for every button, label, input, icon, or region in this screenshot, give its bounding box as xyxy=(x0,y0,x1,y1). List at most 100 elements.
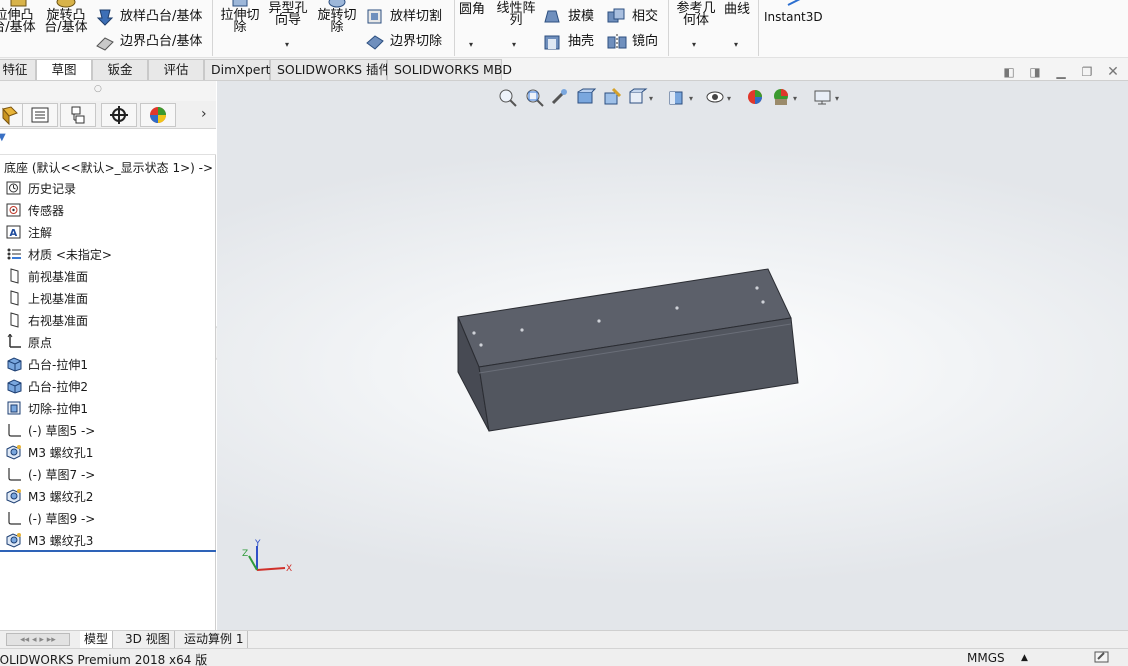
tree-item[interactable]: 材质 <未指定> xyxy=(0,243,214,265)
draft-button[interactable]: 拔模 xyxy=(568,10,594,23)
tree-item[interactable]: 传感器 xyxy=(0,199,214,221)
revolved-boss-button[interactable]: 旋转凸 台/基体 xyxy=(42,9,90,34)
triad-y-label: Y xyxy=(254,539,261,549)
triad-x-axis xyxy=(256,567,286,571)
tree-item[interactable]: 凸台-拉伸1 xyxy=(0,353,214,375)
tab-sheet-metal[interactable]: 钣金 xyxy=(92,59,148,80)
tree-item[interactable]: 切除-拉伸1 xyxy=(0,397,214,419)
revolved-cut-button[interactable]: 旋转切 除 xyxy=(314,9,360,34)
fillet-dropdown-icon[interactable]: ▾ xyxy=(469,40,473,49)
tree-item-label: 切除-拉伸1 xyxy=(28,402,88,416)
reference-geometry-dropdown-icon[interactable]: ▾ xyxy=(692,40,696,49)
hole-marker[interactable] xyxy=(755,286,759,290)
model-canvas[interactable] xyxy=(217,81,1128,630)
tab-solidworks-mbd[interactable]: SOLIDWORKS MBD xyxy=(387,59,512,80)
tree-item[interactable]: (-) 草图5 -> xyxy=(0,419,214,441)
tree-item[interactable]: (-) 草图9 -> xyxy=(0,507,214,529)
chevron-right-icon[interactable]: › xyxy=(201,106,207,122)
customize-status-icon[interactable] xyxy=(1094,650,1110,666)
ribbon-separator xyxy=(454,0,455,56)
graphics-area[interactable]: ▾ ▾ ▾ ▾ ▾ Y X Z xyxy=(217,81,1128,630)
tab-solidworks-addins[interactable]: SOLIDWORKS 插件 xyxy=(270,59,391,80)
tree-item-label: 材质 <未指定> xyxy=(28,248,112,262)
display-manager-tab-icon[interactable] xyxy=(140,103,176,127)
shell-icon[interactable] xyxy=(542,33,562,54)
part-root-label[interactable]: 底座 (默认<<默认>_显示状态 1>) -> xyxy=(4,159,213,176)
unit-system-selector[interactable]: MMGS xyxy=(967,651,1005,665)
boundary-cut-icon[interactable] xyxy=(365,33,385,54)
minimize-icon[interactable]: ▁ xyxy=(1054,65,1068,79)
tab-scroll-arrows-icon[interactable]: ◂◂ ◂ ▸ ▸▸ xyxy=(6,633,70,646)
tree-item[interactable]: M3 螺纹孔3 xyxy=(0,529,214,551)
boundary-boss-icon[interactable] xyxy=(95,34,115,55)
mirror-button[interactable]: 镜向 xyxy=(632,35,658,48)
rollback-bar[interactable] xyxy=(0,550,216,552)
tab-evaluate[interactable]: 评估 xyxy=(148,59,204,80)
tree-item[interactable]: 前视基准面 xyxy=(0,265,214,287)
curves-dropdown-icon[interactable]: ▾ xyxy=(734,40,738,49)
lofted-cut-icon[interactable] xyxy=(365,7,385,28)
tree-item[interactable]: M3 螺纹孔1 xyxy=(0,441,214,463)
hole-marker[interactable] xyxy=(761,300,765,304)
instant3d-button[interactable]: Instant3D xyxy=(764,11,823,24)
property-manager-tab-icon[interactable] xyxy=(22,103,58,127)
tile-left-icon[interactable]: ◧ xyxy=(1002,65,1016,79)
tree-item[interactable]: 右视基准面 xyxy=(0,309,214,331)
feature-manager-panel: ○ › ▼ 底座 (默认<<默认>_显示状态 1>) -> 历史记录传感器 A 注解… xyxy=(0,81,216,630)
tree-item[interactable]: 凸台-拉伸2 xyxy=(0,375,214,397)
unit-system-arrow-icon[interactable]: ▲ xyxy=(1021,653,1028,663)
tree-item-label: 凸台-拉伸1 xyxy=(28,358,88,372)
boundary-boss-button[interactable]: 边界凸台/基体 xyxy=(120,35,202,48)
tree-item[interactable]: M3 螺纹孔2 xyxy=(0,485,214,507)
lofted-boss-button[interactable]: 放样凸台/基体 xyxy=(120,10,202,23)
filter-icon[interactable]: ▼ xyxy=(0,132,6,143)
plane-icon xyxy=(5,268,23,284)
tree-item[interactable]: 历史记录 xyxy=(0,177,214,199)
boundary-cut-button[interactable]: 边界切除 xyxy=(390,35,442,48)
hole-marker[interactable] xyxy=(479,343,483,347)
curves-button[interactable]: 曲线 xyxy=(724,3,750,16)
configuration-manager-tab-icon[interactable] xyxy=(60,103,96,127)
tree-item-label: 历史记录 xyxy=(28,182,77,196)
extruded-cut-button[interactable]: 拉伸切 除 xyxy=(218,9,262,34)
hole-marker[interactable] xyxy=(472,331,476,335)
hole-marker[interactable] xyxy=(675,306,679,310)
status-bar: SOLIDWORKS Premium 2018 x64 版 MMGS ▲ xyxy=(0,648,1128,666)
instant3d-icon[interactable] xyxy=(786,0,804,10)
restore-icon[interactable]: ❐ xyxy=(1080,65,1094,79)
reference-geometry-button[interactable]: 参考几 何体 xyxy=(674,2,718,27)
tab-motion-study-1[interactable]: 运动算例 1 xyxy=(180,631,249,648)
tab-model[interactable]: 模型 xyxy=(80,631,114,648)
lofted-boss-icon[interactable] xyxy=(96,8,114,29)
mirror-icon[interactable] xyxy=(606,33,628,54)
hole-wizard-button[interactable]: 异型孔 向导 xyxy=(266,2,310,27)
tree-item[interactable]: (-) 草图7 -> xyxy=(0,463,214,485)
panel-grip-icon[interactable]: ○ xyxy=(94,84,102,94)
intersect-button[interactable]: 相交 xyxy=(632,10,658,23)
tile-right-icon[interactable]: ◨ xyxy=(1028,65,1042,79)
tree-item[interactable]: 上视基准面 xyxy=(0,287,214,309)
tree-filter-bar[interactable]: ▼ xyxy=(0,129,216,155)
dimxpert-manager-tab-icon[interactable] xyxy=(101,103,137,127)
feature-manager-tab-icon[interactable] xyxy=(0,103,24,127)
close-icon[interactable]: ✕ xyxy=(1106,65,1120,79)
hole-wizard-dropdown-icon[interactable]: ▾ xyxy=(285,40,289,49)
tree-item[interactable]: A 注解 xyxy=(0,221,214,243)
fillet-button[interactable]: 圆角 xyxy=(459,3,485,16)
hole-marker[interactable] xyxy=(597,319,601,323)
tab-3d-views[interactable]: 3D 视图 xyxy=(121,631,175,648)
extrude-boss-icon xyxy=(5,378,23,394)
lofted-cut-button[interactable]: 放样切割 xyxy=(390,10,442,23)
tree-item[interactable]: 原点 xyxy=(0,331,214,353)
extruded-boss-button[interactable]: 拉伸凸 台/基体 xyxy=(0,9,36,34)
tab-sketch[interactable]: 草图 xyxy=(36,59,92,80)
hole-marker[interactable] xyxy=(520,328,524,332)
intersect-icon[interactable] xyxy=(606,7,626,28)
tab-features[interactable]: 特征 xyxy=(0,59,36,80)
draft-icon[interactable] xyxy=(542,7,562,28)
linear-pattern-dropdown-icon[interactable]: ▾ xyxy=(512,40,516,49)
shell-button[interactable]: 抽壳 xyxy=(568,35,594,48)
tab-dimxpert[interactable]: DimXpert xyxy=(204,59,271,80)
linear-pattern-button[interactable]: 线性阵 列 xyxy=(494,2,538,27)
tree-item-label: (-) 草图7 -> xyxy=(28,468,96,482)
